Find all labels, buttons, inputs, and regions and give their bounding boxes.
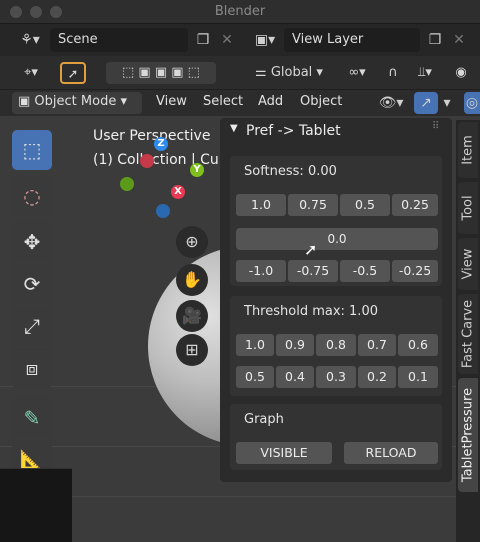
visible-button[interactable]: VISIBLE	[236, 442, 332, 464]
gizmo-dropdown-icon[interactable]: ▾	[440, 92, 454, 114]
graph-section: Graph VISIBLE RELOAD	[230, 404, 442, 470]
gizmo-neg-x-axis[interactable]	[140, 154, 154, 168]
tab-item[interactable]: Item	[458, 122, 478, 178]
proportional-edit-icon[interactable]: ◉	[450, 62, 472, 84]
scene-selector-icon[interactable]: ⚘▾	[14, 29, 46, 51]
view-layer-selector-icon[interactable]: ▣▾	[248, 29, 282, 51]
transform-orientation-dropdown[interactable]: ⚌ Global ▾	[244, 62, 334, 84]
threshold-button[interactable]: 0.6	[398, 334, 438, 356]
softness-button[interactable]: -1.0	[236, 260, 286, 282]
graph-label: Graph	[244, 412, 284, 427]
remove-scene-icon[interactable]: ✕	[216, 29, 238, 51]
softness-section: Softness: 0.00 1.0 0.75 0.5 0.25 0.0 -1.…	[230, 156, 442, 286]
new-view-layer-icon[interactable]: ❐	[424, 29, 446, 51]
menu-select[interactable]: Select	[203, 94, 243, 109]
reload-button[interactable]: RELOAD	[344, 442, 438, 464]
select-box-icon[interactable]: ⬚	[12, 130, 52, 170]
collection-label: (1) Collection | Cube	[93, 152, 237, 168]
softness-label: Softness: 0.00	[244, 164, 337, 179]
mode-dropdown[interactable]: ▣ Object Mode ▾	[12, 92, 142, 114]
tab-fast-carve[interactable]: Fast Carve	[458, 294, 478, 374]
sidebar-tabs: Item Tool View Fast Carve TabletPressure	[456, 120, 480, 542]
collapse-arrow-icon[interactable]: ▼	[230, 123, 238, 134]
view-layer-field[interactable]: View Layer	[284, 28, 420, 52]
mini-timeline	[0, 468, 72, 542]
softness-button[interactable]: -0.5	[340, 260, 390, 282]
softness-button[interactable]: 0.75	[288, 194, 338, 216]
threshold-button[interactable]: 0.7	[358, 334, 396, 356]
overlay-toggle-icon[interactable]: ◎	[464, 92, 480, 114]
threshold-label: Threshold max: 1.00	[244, 304, 378, 319]
rotate-icon[interactable]: ⟳	[12, 264, 52, 304]
selection-mode-buttons[interactable]: ⬚ ▣ ▣ ▣ ⬚	[106, 62, 216, 84]
gizmo-toggle-icon[interactable]: ↗	[414, 92, 438, 114]
grid-icon[interactable]: ⊞	[176, 334, 208, 366]
tool-header: ⌖▾ ➚ ⬚ ▣ ▣ ▣ ⬚ ⚌ Global ▾ ∞▾ ∩ ⫫▾ ◉	[0, 56, 480, 90]
new-scene-icon[interactable]: ❐	[192, 29, 214, 51]
menu-view[interactable]: View	[156, 94, 187, 109]
snap-target-icon[interactable]: ⫫▾	[408, 62, 442, 84]
gizmo-z-axis[interactable]: Z	[154, 137, 168, 151]
panel-title: Pref -> Tablet	[246, 123, 341, 139]
softness-button[interactable]: 1.0	[236, 194, 286, 216]
mouse-cursor-icon: ➚	[304, 240, 318, 259]
threshold-button[interactable]: 1.0	[236, 334, 274, 356]
threshold-section: Threshold max: 1.00 1.0 0.9 0.8 0.7 0.6 …	[230, 296, 442, 396]
threshold-button[interactable]: 0.5	[236, 366, 274, 388]
panel-header[interactable]: ▼ Pref -> Tablet ⠿	[220, 118, 452, 146]
magnet-icon[interactable]: ∩	[382, 62, 404, 84]
tab-view[interactable]: View	[458, 238, 478, 290]
softness-button[interactable]: 0.5	[340, 194, 390, 216]
zoom-icon[interactable]: ⊕	[176, 226, 208, 258]
move-icon[interactable]: ✥	[12, 222, 52, 262]
orientation-icon: ⚌	[255, 65, 271, 80]
window-title: Blender	[214, 4, 266, 19]
transform-icon[interactable]: ⧈	[12, 348, 52, 388]
scale-icon[interactable]: ⤢	[12, 306, 52, 346]
softness-button[interactable]: 0.25	[392, 194, 438, 216]
threshold-button[interactable]: 0.8	[316, 334, 356, 356]
hand-icon[interactable]: ✋	[176, 264, 208, 296]
threshold-button[interactable]: 0.1	[398, 366, 438, 388]
softness-button[interactable]: -0.75	[288, 260, 338, 282]
grid-line	[0, 496, 480, 497]
viewport-header: ▣ Object Mode ▾ View Select Add Object 👁…	[0, 90, 480, 116]
select-tool-icon[interactable]: ➚	[60, 62, 86, 84]
visibility-eye-icon[interactable]: 👁▾	[374, 92, 408, 114]
scene-bar: ⚘▾ Scene ❐ ✕ ▣▾ View Layer ❐ ✕	[0, 24, 480, 56]
gizmo-y-axis[interactable]: Y	[190, 163, 204, 177]
camera-icon[interactable]: 🎥	[176, 300, 208, 332]
gizmo-neg-z-axis[interactable]	[156, 204, 170, 218]
threshold-button[interactable]: 0.2	[358, 366, 396, 388]
object-mode-icon: ▣	[18, 94, 35, 109]
tab-tool[interactable]: Tool	[458, 182, 478, 234]
drag-handle-icon[interactable]: ⠿	[432, 121, 439, 132]
threshold-button[interactable]: 0.3	[316, 366, 356, 388]
softness-button[interactable]: -0.25	[392, 260, 438, 282]
scene-name-field[interactable]: Scene	[50, 28, 188, 52]
transform-pivot-icon[interactable]: ⌖▾	[14, 62, 48, 84]
perspective-label: User Perspective	[93, 128, 211, 144]
gizmo-x-axis[interactable]: X	[171, 185, 185, 199]
annotate-icon[interactable]: ✎	[12, 398, 52, 438]
cursor-icon[interactable]: ◌	[12, 176, 52, 216]
window-titlebar: Blender	[0, 0, 480, 24]
remove-view-layer-icon[interactable]: ✕	[448, 29, 470, 51]
threshold-button[interactable]: 0.9	[276, 334, 314, 356]
threshold-button[interactable]: 0.4	[276, 366, 314, 388]
menu-object[interactable]: Object	[300, 94, 342, 109]
tablet-sidebar-panel: ▼ Pref -> Tablet ⠿ Softness: 0.00 1.0 0.…	[220, 118, 452, 482]
gizmo-neg-y-axis[interactable]	[120, 177, 134, 191]
menu-add[interactable]: Add	[258, 94, 283, 109]
softness-slider[interactable]: 0.0	[236, 228, 438, 250]
snap-icon[interactable]: ∞▾	[340, 62, 374, 84]
tab-tabletpressure[interactable]: TabletPressure	[458, 378, 478, 492]
